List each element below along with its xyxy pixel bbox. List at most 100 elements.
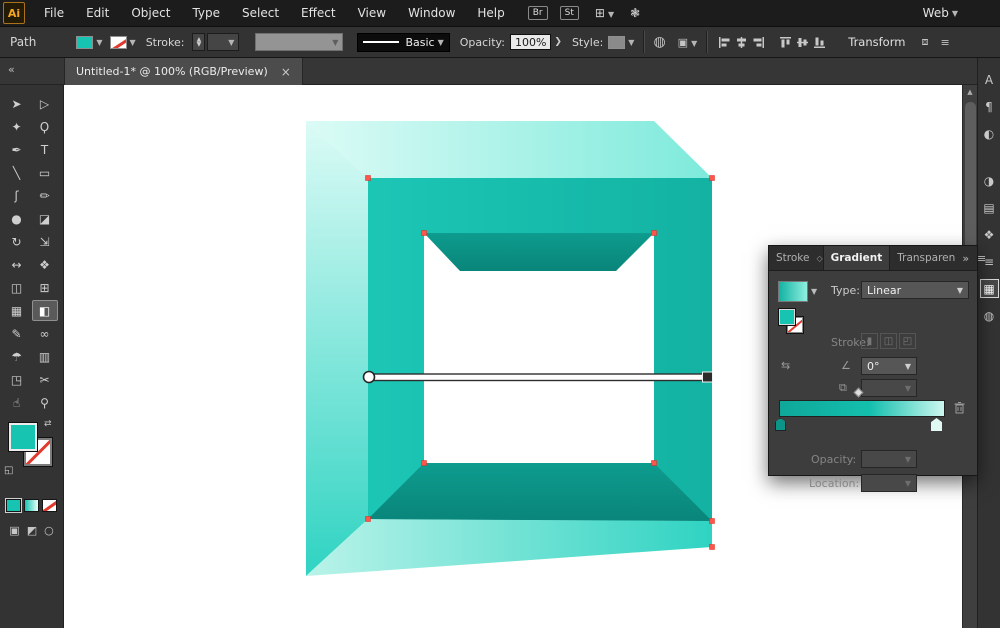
color-button[interactable] [5,498,22,513]
lasso-tool[interactable]: Ϙ [32,116,58,137]
draw-normal-icon[interactable]: ▣ [9,524,19,537]
menu-type[interactable]: Type [181,0,231,26]
stroke-none-swatch[interactable] [109,35,127,49]
default-fill-stroke-icon[interactable]: ◱ [4,465,13,476]
stroke-color-dropdown[interactable]: ▼ [109,35,136,49]
eraser-tool[interactable]: ◪ [32,208,58,229]
shape-builder-tool[interactable]: ◫ [4,277,30,298]
align-horizontal-right-icon[interactable] [752,36,765,49]
width-profile-dropdown[interactable]: Basic ▼ [357,32,450,52]
sync-settings-icon[interactable]: ❃ [630,6,640,20]
blend-tool[interactable]: ∞ [32,323,58,344]
menu-view[interactable]: View [347,0,397,26]
change-screen-mode-icon[interactable]: ○ [44,524,54,537]
frame-top-face[interactable] [306,121,712,178]
gradient-along-stroke-icon[interactable]: ◫ [880,333,897,349]
arrange-documents-icon[interactable]: ⊞ ▼ [595,6,614,20]
artboard-tool[interactable]: ◳ [4,369,30,390]
menu-window[interactable]: Window [397,0,466,26]
document-tab[interactable]: Untitled-1* @ 100% (RGB/Preview) × [64,58,303,85]
anchor-point[interactable] [365,175,371,181]
gradient-fill-swatch[interactable] [779,309,795,325]
gradient-panel-icon[interactable]: ▦ [979,279,999,298]
gradient-tool[interactable]: ◧ [31,300,58,321]
color-guide-panel-icon[interactable]: ◑ [980,171,999,190]
fill-color-dropdown[interactable]: ▼ [76,35,103,49]
magic-wand-tool[interactable]: ✦ [4,116,30,137]
gradient-across-stroke-icon[interactable]: ◰ [899,333,916,349]
workspace-switcher[interactable]: Web ▼ [923,6,958,20]
scale-tool[interactable]: ⇲ [32,231,58,252]
tab-transparency[interactable]: Transparen [890,246,962,270]
gradient-annotator-bar[interactable] [369,373,709,382]
collapse-panel-icon[interactable]: » [962,252,969,265]
mesh-tool[interactable]: ▦ [4,300,30,321]
gradient-type-dropdown[interactable]: Linear ▼ [861,281,969,299]
gradient-button[interactable] [24,499,39,512]
close-tab-icon[interactable]: × [281,65,291,79]
blob-brush-tool[interactable]: ● [4,208,30,229]
menu-help[interactable]: Help [466,0,515,26]
frame-inner-top-shadow[interactable] [424,233,654,271]
gradient-annotator-start-handle[interactable] [362,370,376,384]
stroke-weight-dropdown[interactable]: ▼ [207,33,240,51]
transform-label[interactable]: Transform [848,35,905,49]
frame-left-face[interactable] [306,121,368,576]
opacity-field[interactable]: 100% [509,34,552,50]
paragraph-panel-icon[interactable]: ¶ [980,97,999,116]
align-vertical-bottom-icon[interactable] [813,36,826,49]
tab-gradient[interactable]: Gradient [822,246,891,270]
character-panel-icon[interactable]: A [980,70,999,89]
pen-tool[interactable]: ✒ [4,139,30,160]
swap-fill-stroke-icon[interactable]: ⇄ [44,419,52,429]
hand-tool[interactable]: ☝ [4,392,30,413]
scroll-up-icon[interactable]: ▲ [963,85,977,99]
width-tool[interactable]: ↔ [4,254,30,275]
gradient-angle-dropdown[interactable]: 0° ▼ [861,357,917,375]
eyedropper-tool[interactable]: ✎ [4,323,30,344]
recolor-artwork-icon[interactable]: ◍ [653,34,665,50]
gradient-annotator-end-handle[interactable] [702,371,713,383]
gradient-preview-swatch[interactable] [778,281,808,302]
gradient-stop-start[interactable] [775,418,786,431]
paintbrush-tool[interactable]: ʃ [4,185,30,206]
align-horizontal-left-icon[interactable] [718,36,731,49]
anchor-point[interactable] [365,516,371,522]
brush-definition-dropdown[interactable]: ▼ [255,33,344,51]
stroke-weight-stepper[interactable]: ▲ ▼ [192,33,206,51]
anchor-point[interactable] [421,230,427,236]
symbols-panel-icon[interactable]: ❖ [980,225,999,244]
frame-bottom-face[interactable] [306,519,712,576]
delete-stop-icon[interactable] [953,401,966,418]
menu-file[interactable]: File [33,0,75,26]
anchor-point[interactable] [709,544,715,550]
none-button[interactable] [42,499,57,512]
align-vertical-top-icon[interactable] [779,36,792,49]
tab-stroke[interactable]: Stroke [769,246,816,270]
transform-grid-icon[interactable]: ⧈ [921,35,928,49]
free-transform-tool[interactable]: ❖ [32,254,58,275]
reverse-gradient-icon[interactable]: ⇆ [781,359,790,372]
draw-behind-icon[interactable]: ◩ [27,524,37,537]
swatches-panel-icon[interactable]: ▤ [980,198,999,217]
align-horizontal-center-icon[interactable] [735,36,748,49]
rotate-tool[interactable]: ↻ [4,231,30,252]
selection-tool[interactable]: ➤ [4,93,30,114]
fill-color-swatch[interactable] [76,35,94,49]
menu-edit[interactable]: Edit [75,0,120,26]
opacity-flyout-icon[interactable]: ❯ [554,37,562,47]
style-dropdown[interactable]: ▼ [608,35,634,49]
anchor-point[interactable] [651,230,657,236]
chevron-down-icon[interactable]: ▼ [811,287,817,296]
transparency-panel-icon[interactable]: ◍ [980,306,999,325]
anchor-point[interactable] [709,518,715,524]
toolbar-collapse-icon[interactable]: « [8,63,15,76]
anchor-point[interactable] [421,460,427,466]
menu-object[interactable]: Object [120,0,181,26]
stop-opacity-dropdown[interactable]: ▼ [861,450,917,468]
gradient-stop-end[interactable] [931,418,942,431]
isolate-selected-icon[interactable]: ▣ ▼ [678,36,698,49]
frame-inner-bottom-shadow[interactable] [368,463,712,521]
gradient-within-stroke-icon[interactable]: ▮ [861,333,878,349]
column-graph-tool[interactable]: ▥ [32,346,58,367]
